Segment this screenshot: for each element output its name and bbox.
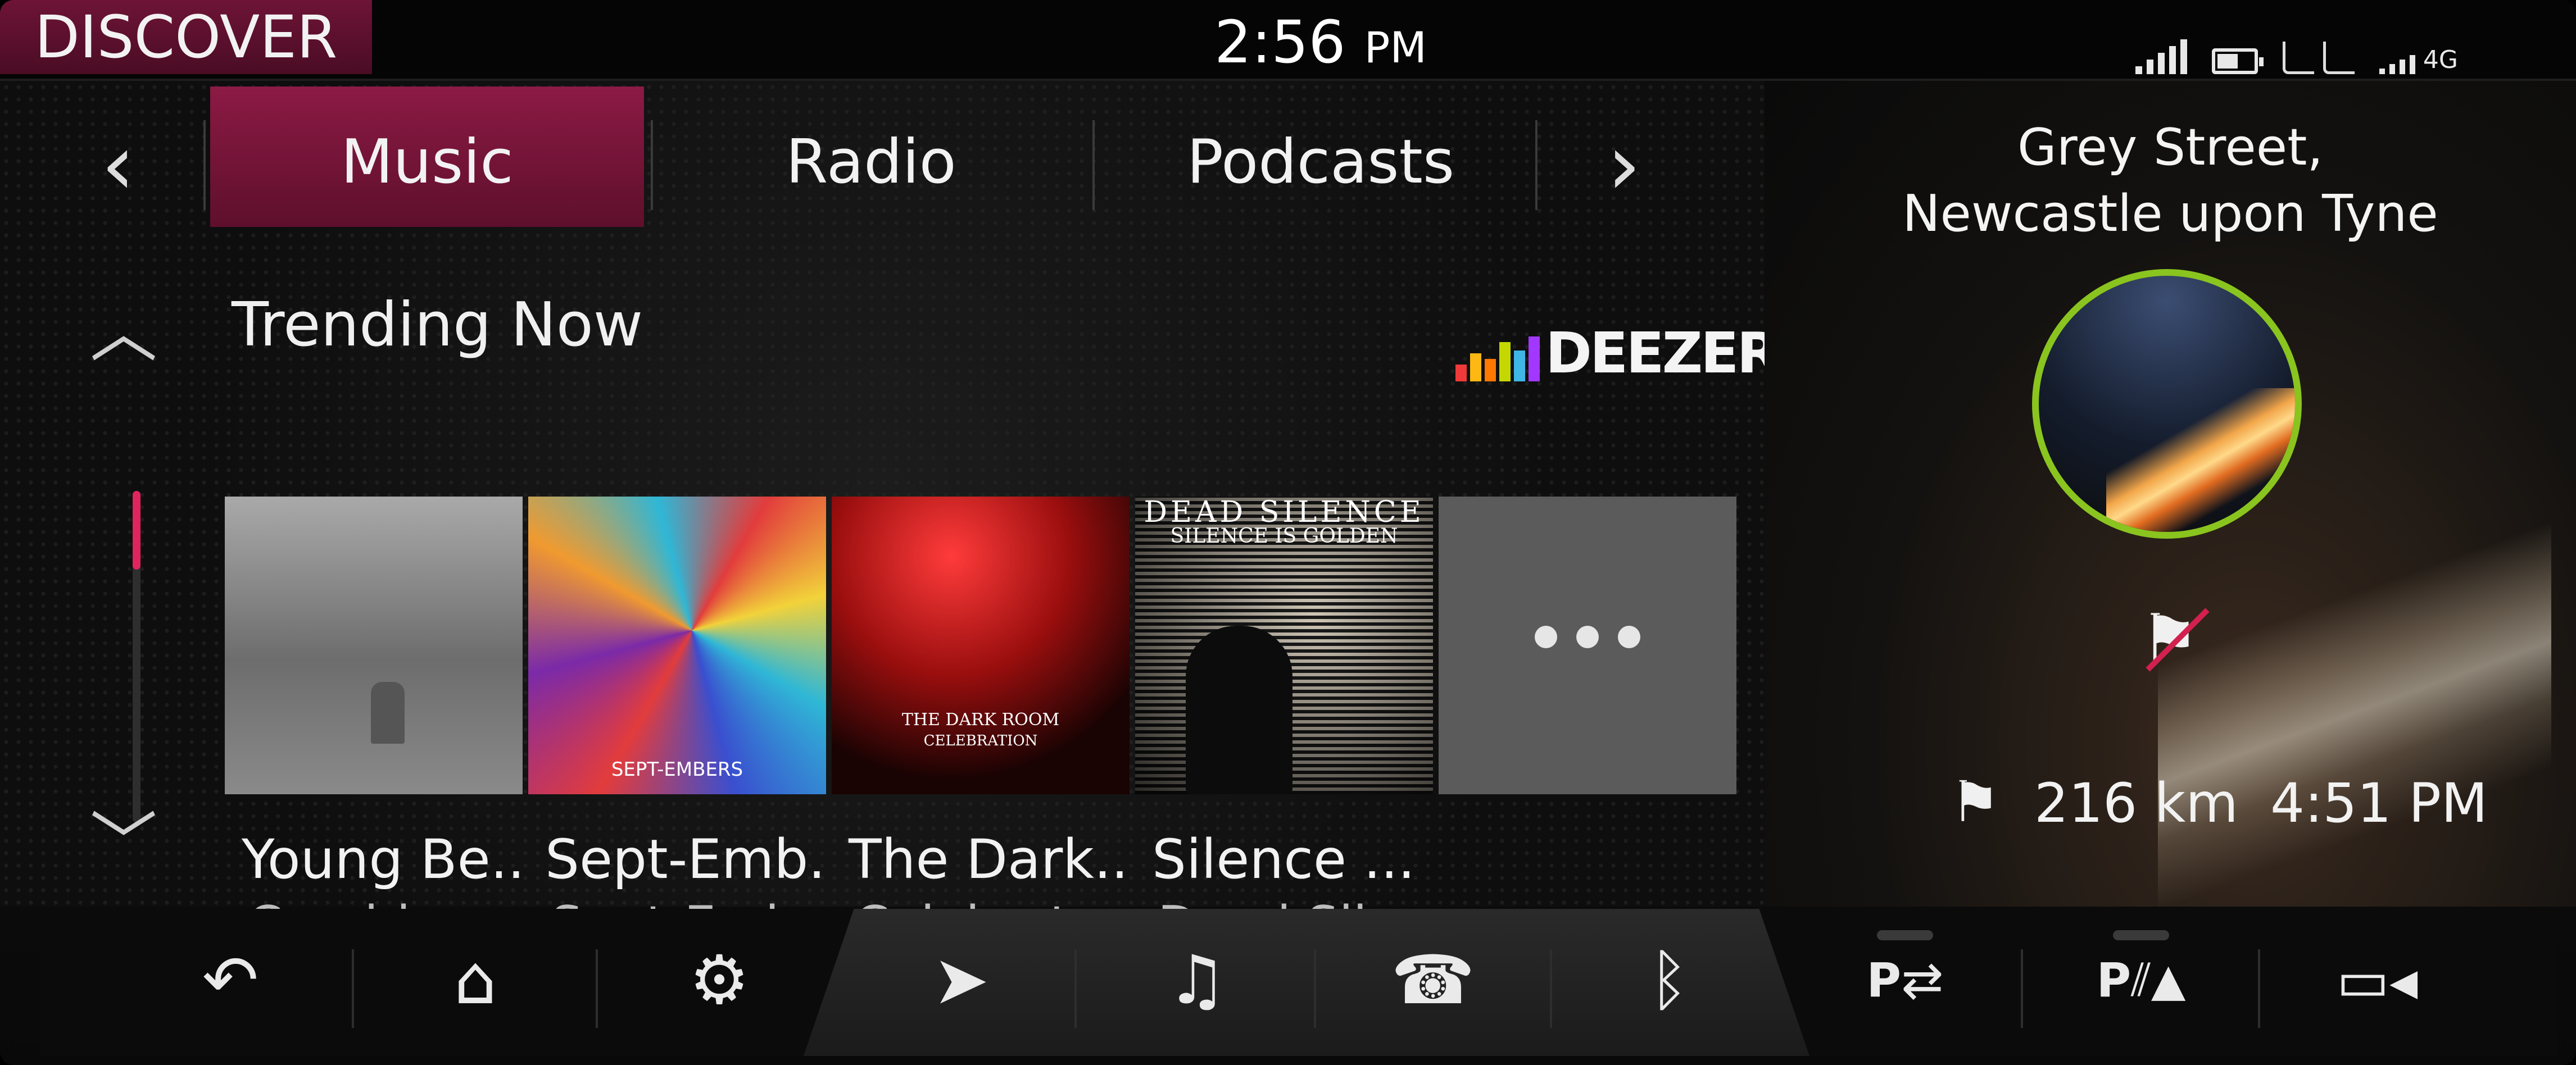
dock-divider — [2258, 949, 2260, 1028]
tab-radio[interactable]: Radio — [657, 87, 1085, 227]
seat-icons — [2282, 42, 2355, 74]
back-icon: ↶ — [202, 941, 259, 1020]
current-location: Grey Street, Newcastle upon Tyne — [1765, 115, 2576, 247]
distance-remaining: 216 km — [2034, 772, 2238, 835]
bluetooth-button[interactable]: ᛒ — [1602, 921, 1736, 1039]
dock-divider — [1074, 949, 1077, 1028]
seat-left-icon — [2282, 42, 2314, 74]
dock-divider — [2021, 949, 2023, 1028]
dock-divider — [352, 949, 354, 1028]
album-art-text: THE DARK ROOM — [901, 710, 1060, 730]
tab-divider — [203, 120, 206, 210]
clock: 2:56 PM — [1124, 0, 1517, 90]
no-route-flag-icon: ⚑ — [2139, 600, 2200, 679]
clock-time: 2:56 — [1214, 8, 1346, 76]
settings-button[interactable]: ⚙ — [652, 921, 787, 1039]
park-assist-icon: ⇄ — [1901, 950, 1944, 1010]
system-icons: 4G — [2135, 29, 2458, 74]
album-art-sept-embers[interactable]: SEPT-EMBERS — [528, 497, 826, 794]
dock-divider — [1314, 949, 1316, 1028]
equalizer-bar — [1455, 365, 1467, 381]
album-art-young-be[interactable] — [225, 497, 523, 794]
tab-music[interactable]: Music — [210, 87, 644, 227]
parking-sensors-icon: ⫽▲ — [2131, 954, 2186, 1006]
location-street: Grey Street, — [2017, 118, 2324, 177]
item-title: Sept-Emb... — [545, 828, 826, 891]
location-city: Newcastle upon Tyne — [1902, 184, 2438, 243]
provider-name: DEEZER — [1545, 320, 1780, 386]
checkered-flag-icon: ⚑ — [1950, 769, 2001, 835]
navigation-panel[interactable]: Grey Street, Newcastle upon Tyne ⚑ ⚑ 216… — [1765, 81, 2576, 907]
deezer-equalizer-icon — [1455, 336, 1540, 381]
clock-suffix: PM — [1364, 22, 1427, 72]
media-icon: ♫ — [1167, 941, 1227, 1020]
tab-divider — [1535, 120, 1538, 210]
section-title: Trending Now — [232, 290, 643, 360]
home-icon: ⌂ — [453, 941, 497, 1020]
navigation-icon: ➤ — [932, 941, 990, 1020]
album-grid: SEPT-EMBERS THE DARK ROOM CELEBRATION DE… — [225, 497, 1736, 794]
signal-icon — [2135, 39, 2187, 74]
phone-button[interactable]: ☎ — [1366, 921, 1500, 1039]
equalizer-bar — [1499, 342, 1511, 381]
media-tabs: ‹ Music Radio Podcasts › — [0, 81, 1765, 233]
scroll-up-icon[interactable]: ︿ — [84, 277, 163, 375]
dock-divider — [596, 949, 598, 1028]
destination-thumbnail[interactable] — [2032, 269, 2302, 539]
infotainment-screen: DISCOVER 2:56 PM 4G ‹ Music Radio Podcas… — [0, 0, 2576, 1065]
tabs-prev-icon[interactable]: ‹ — [84, 120, 152, 210]
scroll-thumb[interactable] — [133, 491, 140, 570]
parking-sensors-button[interactable]: P ⫽▲ — [2074, 921, 2208, 1039]
scroll-down-icon[interactable]: ﹀ — [84, 789, 163, 886]
battery-icon — [2211, 48, 2264, 74]
dock-divider — [1550, 949, 1552, 1028]
parking-sensors-label: P — [2096, 953, 2131, 1008]
park-assist-label: P — [1866, 953, 1902, 1008]
arrival-time: 4:51 PM — [2270, 772, 2488, 835]
media-button[interactable]: ♫ — [1130, 921, 1264, 1039]
network-label: 4G — [2423, 45, 2458, 74]
equalizer-bar — [1529, 336, 1540, 381]
tab-divider — [1092, 120, 1095, 210]
tab-podcasts[interactable]: Podcasts — [1101, 87, 1540, 227]
status-bar: DISCOVER 2:56 PM 4G — [0, 0, 2576, 81]
more-button[interactable] — [1439, 497, 1736, 794]
back-button[interactable]: ↶ — [163, 921, 298, 1039]
equalizer-bar — [1485, 359, 1496, 381]
camera-icon: ▭◂ — [2336, 947, 2418, 1013]
album-art-text: SILENCE IS GOLDEN — [1170, 525, 1398, 548]
album-art-text: SEPT-EMBERS — [611, 758, 743, 781]
media-panel: ‹ Music Radio Podcasts › Trending Now DE… — [0, 81, 1813, 954]
navigation-button[interactable]: ➤ — [894, 921, 1028, 1039]
park-assist-button[interactable]: P ⇄ — [1838, 921, 1972, 1039]
item-title: Silence ... — [1152, 828, 1416, 891]
album-art-the-dark-room[interactable]: THE DARK ROOM CELEBRATION — [832, 497, 1130, 794]
seat-right-icon — [2323, 42, 2355, 74]
screen-title: DISCOVER — [0, 0, 372, 74]
tabs-next-icon[interactable]: › — [1590, 120, 1658, 210]
equalizer-bar — [1514, 351, 1525, 381]
album-art-text: CELEBRATION — [923, 732, 1038, 749]
item-title: The Dark... — [849, 828, 1130, 891]
deezer-logo: DEEZER — [1455, 303, 1780, 386]
item-title: Young Be.. — [242, 828, 523, 891]
cellular-icon — [2379, 39, 2415, 74]
album-art-silence-is-golden[interactable]: DEAD SILENCE SILENCE IS GOLDEN — [1135, 497, 1433, 794]
more-dots-icon — [1439, 626, 1736, 648]
settings-icon: ⚙ — [689, 941, 750, 1020]
phone-icon: ☎ — [1391, 941, 1475, 1020]
home-button[interactable]: ⌂ — [408, 921, 543, 1039]
tab-divider — [651, 120, 653, 210]
camera-button[interactable]: ▭◂ — [2310, 921, 2445, 1039]
bluetooth-icon: ᛒ — [1649, 941, 1689, 1020]
equalizer-bar — [1470, 353, 1481, 381]
